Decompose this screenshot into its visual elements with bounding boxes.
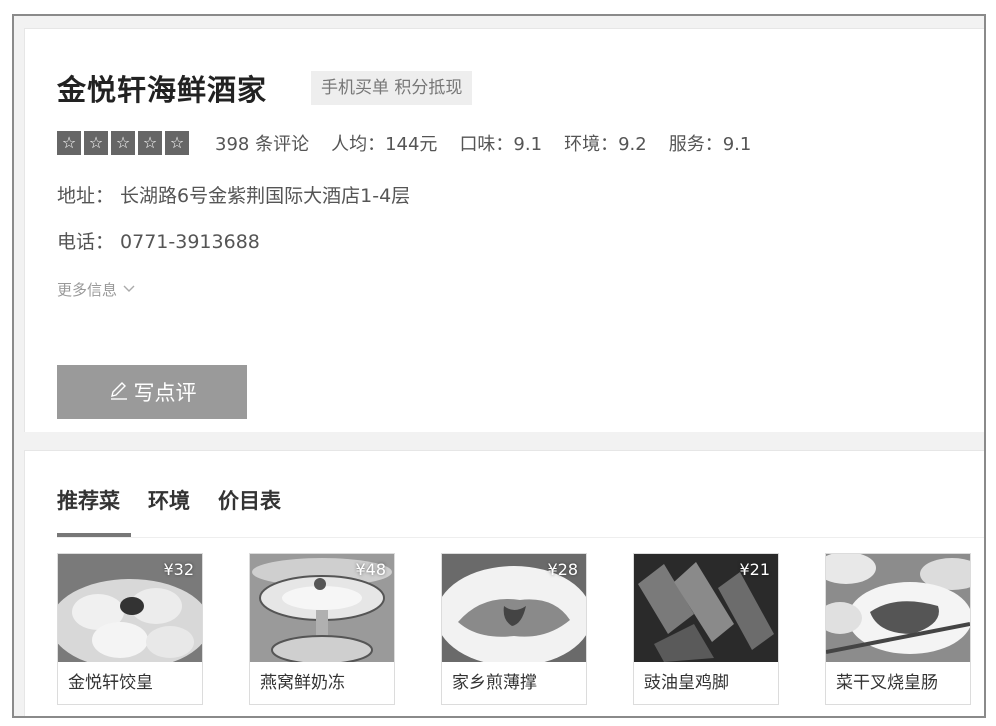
dish-photo: ¥32 (58, 554, 202, 662)
star-icon: ☆ (138, 131, 162, 155)
review-count-link[interactable]: 398 条评论 (215, 130, 309, 156)
dish-price: ¥32 (163, 560, 194, 579)
dish-name: 燕窝鲜奶冻 (260, 673, 345, 693)
tab-environment[interactable]: 环境 (148, 485, 190, 515)
dish-card[interactable]: ¥28 家乡煎薄撑 (441, 553, 587, 705)
page-frame: 金悦轩海鲜酒家 手机买单 积分抵现 ☆ ☆ ☆ ☆ ☆ 398 条评论 人均：1… (12, 14, 986, 718)
shop-phone: 电话： 0771-3913688 (57, 231, 260, 253)
pencil-icon (108, 379, 130, 406)
star-icon: ☆ (57, 131, 81, 155)
tabs-divider (57, 537, 984, 538)
dish-price: ¥48 (355, 560, 386, 579)
star-icon: ☆ (165, 131, 189, 155)
dish-card[interactable]: 菜干叉烧皇肠 (825, 553, 971, 705)
write-review-label: 写点评 (133, 381, 197, 405)
dish-photo: ¥21 (634, 554, 778, 662)
avg-price: 人均：144元 (331, 134, 438, 155)
dishes-card: 推荐菜 环境 价目表 ¥32 金悦轩饺皇 ¥48 燕窝鲜奶冻 ¥28 家乡煎薄撑… (24, 450, 984, 716)
dish-photo: ¥48 (250, 554, 394, 662)
promo-tag[interactable]: 手机买单 积分抵现 (311, 71, 473, 105)
dish-photo: ¥28 (442, 554, 586, 662)
dish-name: 金悦轩饺皇 (68, 673, 153, 693)
shop-info-card: 金悦轩海鲜酒家 手机买单 积分抵现 ☆ ☆ ☆ ☆ ☆ 398 条评论 人均：1… (24, 28, 984, 432)
dish-price: ¥21 (739, 560, 770, 579)
dish-price: ¥28 (547, 560, 578, 579)
more-info-toggle[interactable]: 更多信息 (57, 279, 135, 300)
star-rating: ☆ ☆ ☆ ☆ ☆ (57, 131, 189, 155)
dish-name: 家乡煎薄撑 (452, 673, 537, 693)
tab-price-list[interactable]: 价目表 (218, 485, 281, 515)
dish-card[interactable]: ¥21 豉油皇鸡脚 (633, 553, 779, 705)
dish-name: 菜干叉烧皇肠 (836, 673, 938, 693)
dish-list: ¥32 金悦轩饺皇 ¥48 燕窝鲜奶冻 ¥28 家乡煎薄撑 ¥21 豉油皇鸡脚 … (57, 553, 971, 705)
dish-card[interactable]: ¥48 燕窝鲜奶冻 (249, 553, 395, 705)
section-tabs: 推荐菜 环境 价目表 (57, 485, 281, 515)
dish-name: 豉油皇鸡脚 (644, 673, 729, 693)
dish-card[interactable]: ¥32 金悦轩饺皇 (57, 553, 203, 705)
star-icon: ☆ (111, 131, 135, 155)
service-score: 服务：9.1 (668, 134, 752, 155)
tab-recommended-dishes[interactable]: 推荐菜 (57, 485, 120, 515)
shop-name: 金悦轩海鲜酒家 (57, 73, 268, 107)
taste-score: 口味：9.1 (459, 134, 543, 155)
environment-score: 环境：9.2 (564, 134, 647, 155)
star-icon: ☆ (84, 131, 108, 155)
chevron-down-icon (123, 282, 135, 297)
rating-row: ☆ ☆ ☆ ☆ ☆ 398 条评论 人均：144元 口味：9.1 环境：9.2 … (57, 129, 773, 157)
more-info-label: 更多信息 (57, 281, 118, 299)
dish-photo (826, 554, 970, 662)
write-review-button[interactable]: 写点评 (57, 365, 247, 419)
shop-address: 地址： 长湖路6号金紫荆国际大酒店1-4层 (57, 185, 411, 207)
